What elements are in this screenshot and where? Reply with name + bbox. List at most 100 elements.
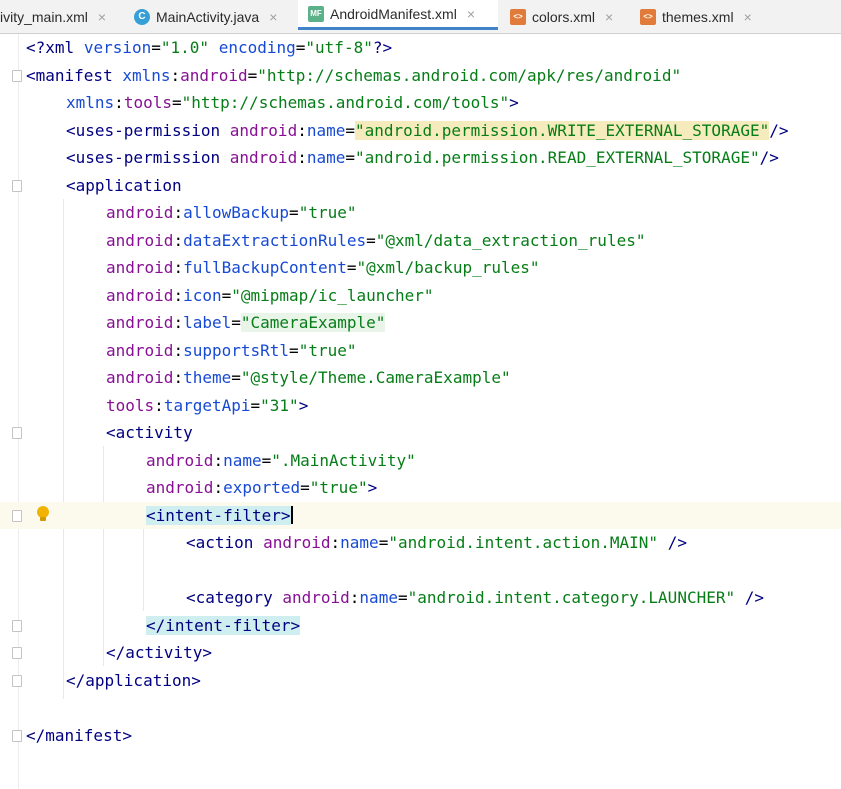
namespace: android <box>106 230 174 250</box>
attr-name: name <box>359 588 398 607</box>
attr-value: "true" <box>309 478 368 497</box>
attr-value: "@mipmap/ic_launcher" <box>231 285 434 305</box>
code-line: <activity <box>0 419 841 447</box>
attr-name: name <box>306 148 346 167</box>
code-line: <uses-permission android:name="android.p… <box>66 120 789 140</box>
tag-name: <action <box>186 533 254 552</box>
tag-name: <manifest <box>26 65 113 85</box>
namespace: android <box>282 588 350 607</box>
tab-colors-xml[interactable]: <> colors.xml × <box>510 0 613 33</box>
namespace: tools <box>106 395 155 415</box>
attr-name: supportsRtl <box>183 340 290 360</box>
fold-icon[interactable] <box>12 674 22 687</box>
code-line: android:fullBackupContent="@xml/backup_r… <box>106 258 540 277</box>
fold-icon[interactable] <box>12 509 22 522</box>
attr-value: "android.permission.WRITE_EXTERNAL_STORA… <box>355 120 770 140</box>
fold-icon[interactable] <box>12 647 22 659</box>
fold-icon[interactable] <box>12 69 22 82</box>
code-line: <manifest xmlns:android="http://schemas.… <box>0 62 841 90</box>
fold-icon[interactable] <box>12 729 22 742</box>
namespace: android <box>106 340 174 360</box>
tag-name: <category <box>186 588 273 607</box>
tag-name: </application> <box>66 670 201 690</box>
code-line: tools:targetApi="31"> <box>106 395 309 415</box>
tab-label: themes.xml <box>662 8 734 25</box>
close-icon[interactable]: × <box>269 9 277 25</box>
code-line: <category android:name="android.intent.c… <box>186 588 765 607</box>
attr-value: "true" <box>298 203 357 222</box>
namespace: tools <box>123 93 172 112</box>
tag-name: <application <box>66 175 182 195</box>
attr-name: allowBackup <box>183 203 290 222</box>
namespace: android <box>229 148 298 167</box>
fold-icon[interactable] <box>12 619 22 632</box>
code-line: <?xml version="1.0" encoding="utf-8"?> <box>26 38 393 57</box>
code-line-current: <intent-filter> <box>0 501 841 529</box>
code-line: xmlns:tools="http://schemas.android.com/… <box>66 93 519 112</box>
attr-value: "CameraExample" <box>240 313 386 332</box>
attr-value: "@style/Theme.CameraExample" <box>240 368 511 387</box>
close-icon[interactable]: × <box>605 9 613 25</box>
editor-tab-bar: ivity_main.xml × C MainActivity.java × M… <box>0 0 841 34</box>
close-icon[interactable]: × <box>98 9 106 25</box>
code-editor[interactable]: <?xml version="1.0" encoding="utf-8"?> <… <box>0 34 841 789</box>
attr-name: icon <box>183 285 222 305</box>
namespace: android <box>106 368 174 387</box>
code-line: android:theme="@style/Theme.CameraExampl… <box>106 368 511 387</box>
attr-value: "android.permission.READ_EXTERNAL_STORAG… <box>355 148 760 167</box>
tab-android-manifest-xml[interactable]: MF AndroidManifest.xml × <box>298 0 498 30</box>
attr-name: version <box>83 38 152 57</box>
attr-name: xmlns <box>122 65 171 85</box>
tab-label: colors.xml <box>532 8 596 25</box>
tag-name: </activity> <box>106 643 212 662</box>
namespace: android <box>106 285 174 305</box>
attr-value: "android.intent.category.LAUNCHER" <box>407 588 736 607</box>
namespace: android <box>146 450 214 470</box>
attr-name: name <box>340 533 379 552</box>
namespace: android <box>263 533 331 552</box>
fold-icon[interactable] <box>12 179 22 192</box>
code-line: android:icon="@mipmap/ic_launcher" <box>106 285 434 305</box>
xml-decl-end: ?> <box>372 38 393 57</box>
attr-value: "http://schemas.android.com/tools" <box>181 93 510 112</box>
code-line: android:exported="true"> <box>146 478 378 497</box>
lightbulb-icon[interactable] <box>36 505 50 527</box>
attr-value: "http://schemas.android.com/apk/res/andr… <box>257 65 682 85</box>
tab-main-activity-java[interactable]: C MainActivity.java × <box>134 0 277 33</box>
close-icon[interactable]: × <box>467 6 475 22</box>
code-line: <action android:name="android.intent.act… <box>186 533 687 552</box>
tab-label: MainActivity.java <box>156 8 260 25</box>
tab-activity-main-xml[interactable]: ivity_main.xml × <box>0 0 106 33</box>
fold-icon[interactable] <box>12 427 22 439</box>
tag-name: <intent-filter> <box>146 505 291 525</box>
code-line: <uses-permission android:name="android.p… <box>66 148 779 167</box>
code-line: android:label="CameraExample" <box>106 313 386 332</box>
xml-decl: <?xml <box>26 38 75 57</box>
tag-name: <uses-permission <box>66 148 221 167</box>
namespace: android <box>180 65 248 85</box>
attr-name: theme <box>183 368 232 387</box>
tab-label: AndroidManifest.xml <box>330 5 457 22</box>
xml-file-icon: <> <box>510 8 526 25</box>
attr-name: name <box>306 120 346 140</box>
attr-value: "android.intent.action.MAIN" <box>388 533 659 552</box>
attr-name: encoding <box>218 38 296 57</box>
attr-name: name <box>223 450 262 470</box>
attr-name: xmlns <box>66 93 115 112</box>
tab-label: ivity_main.xml <box>0 8 88 25</box>
attr-value: ".MainActivity" <box>271 450 416 470</box>
code-line: android:allowBackup="true" <box>106 203 357 222</box>
code-line: </manifest> <box>0 722 841 750</box>
attr-name: targetApi <box>163 395 251 415</box>
tag-name: <uses-permission <box>66 120 221 140</box>
tab-themes-xml[interactable]: <> themes.xml × <box>640 0 752 33</box>
code-line: android:supportsRtl="true" <box>106 340 357 360</box>
attr-value: "1.0" <box>160 38 210 57</box>
attr-value: "31" <box>260 395 299 415</box>
close-icon[interactable]: × <box>744 9 752 25</box>
code-line: android:name=".MainActivity" <box>146 450 416 470</box>
code-line: </intent-filter> <box>0 612 841 640</box>
namespace: android <box>106 203 174 222</box>
